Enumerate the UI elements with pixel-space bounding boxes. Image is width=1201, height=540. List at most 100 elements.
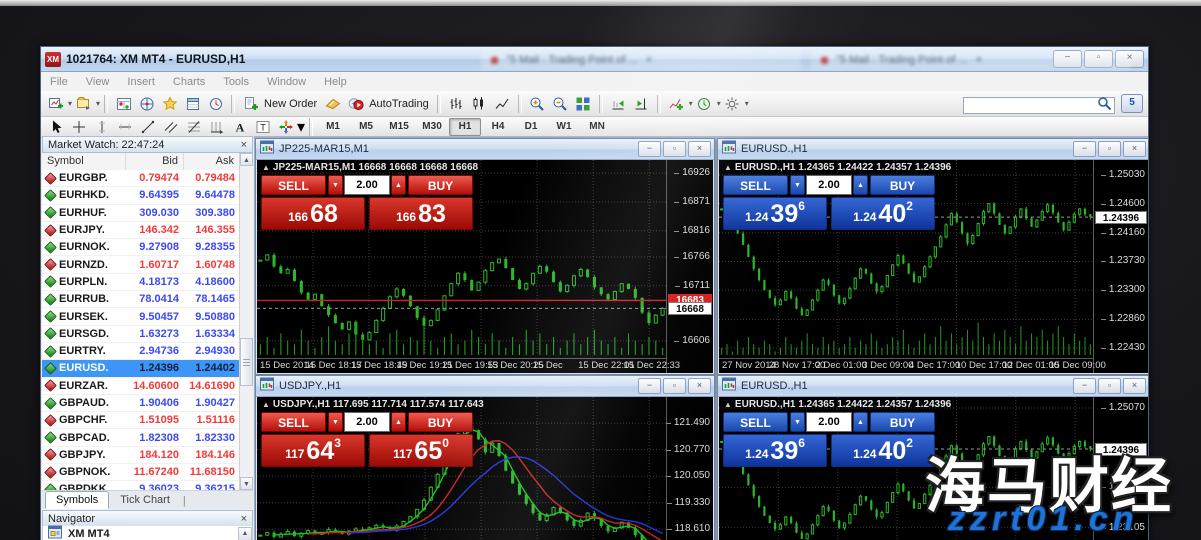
chart-restore-button[interactable]: ▫ xyxy=(1098,141,1121,157)
text-label-icon[interactable]: T xyxy=(251,116,274,138)
period-m5[interactable]: M5 xyxy=(350,118,382,136)
search-input[interactable] xyxy=(963,97,1115,114)
scroll-up-icon[interactable]: ▲ xyxy=(240,153,253,166)
candlestick-chart-icon[interactable] xyxy=(468,93,491,115)
volume-field[interactable]: 2.00 xyxy=(344,175,390,195)
strategy-tester-icon[interactable] xyxy=(204,93,227,115)
chart-close-button[interactable]: × xyxy=(1123,141,1146,157)
chart-shift-icon[interactable] xyxy=(630,93,653,115)
volume-up-icon[interactable]: ▲ xyxy=(391,412,406,432)
buy-price-button[interactable]: 1.24402 xyxy=(831,197,935,230)
buy-price-button[interactable]: 1.24402 xyxy=(831,434,935,467)
navigator-header[interactable]: Navigator × xyxy=(42,510,253,527)
column-header-symbol[interactable]: Symbol xyxy=(42,153,126,170)
zoom-out-icon[interactable] xyxy=(549,93,572,115)
column-header-bid[interactable]: Bid xyxy=(126,153,184,170)
buy-button[interactable]: BUY xyxy=(408,175,473,195)
time-axis[interactable]: 27 Nov 201428 Nov 17:002 Dec 01:003 Dec … xyxy=(719,358,1093,373)
sell-button[interactable]: SELL xyxy=(261,412,326,432)
symbol-row-eurhuf[interactable]: EURHUF.309.030309.380 xyxy=(42,205,240,222)
sell-price-button[interactable]: 117643 xyxy=(261,434,365,467)
period-w1[interactable]: W1 xyxy=(548,118,580,136)
navigator-item-xm-mt4[interactable]: XM MT4 xyxy=(43,526,252,540)
vertical-line-icon[interactable] xyxy=(90,116,113,138)
sell-price-button[interactable]: 16668 xyxy=(261,197,365,230)
symbol-row-eurusd[interactable]: EURUSD.1.243961.24402 xyxy=(42,360,240,377)
sell-price-button[interactable]: 1.24396 xyxy=(723,434,827,467)
navigator-close-icon[interactable]: × xyxy=(241,514,247,524)
equidistant-channel-icon[interactable] xyxy=(159,116,182,138)
symbol-row-gbpnok[interactable]: GBPNOK.11.6724011.68150 xyxy=(42,464,240,481)
symbol-row-eurtry[interactable]: EURTRY.2.947362.94930 xyxy=(42,343,240,360)
sell-button[interactable]: SELL xyxy=(261,175,326,195)
chart-client-area[interactable]: 121.490120.770120.050119.330118.610▲USDJ… xyxy=(257,397,713,540)
tab-symbols[interactable]: Symbols xyxy=(45,491,109,509)
volume-field[interactable]: 2.00 xyxy=(344,412,390,432)
symbol-row-gbpjpy[interactable]: GBPJPY.184.120184.146 xyxy=(42,447,240,464)
price-axis[interactable]: 121.490120.770120.050119.330118.610 xyxy=(666,397,713,540)
periods-icon[interactable] xyxy=(693,93,716,115)
sell-button[interactable]: SELL xyxy=(723,175,788,195)
chart-window-titlebar[interactable]: JP225-MAR15,M1−▫× xyxy=(256,139,714,160)
horizontal-line-icon[interactable] xyxy=(113,116,136,138)
period-h4[interactable]: H4 xyxy=(482,118,514,136)
symbol-row-eurzar[interactable]: EURZAR.14.6060014.61690 xyxy=(42,378,240,395)
tab-tick-chart[interactable]: Tick Chart xyxy=(109,491,181,509)
period-m1[interactable]: M1 xyxy=(317,118,349,136)
symbol-row-eurnzd[interactable]: EURNZD.1.607171.60748 xyxy=(42,256,240,273)
scrollbar-thumb[interactable] xyxy=(240,338,253,386)
navigator-icon[interactable] xyxy=(135,93,158,115)
cycle-lines-icon[interactable] xyxy=(205,116,228,138)
fibonacci-icon[interactable] xyxy=(182,116,205,138)
chart-minimize-button[interactable]: − xyxy=(638,141,661,157)
symbol-row-gbpaud[interactable]: GBPAUD.1.904061.90427 xyxy=(42,395,240,412)
autotrading-label[interactable]: AutoTrading xyxy=(369,98,429,110)
tile-windows-icon[interactable] xyxy=(572,93,595,115)
symbol-row-eurnok[interactable]: EURNOK.9.279089.28355 xyxy=(42,239,240,256)
volume-up-icon[interactable]: ▲ xyxy=(853,175,868,195)
crosshair-icon[interactable] xyxy=(67,116,90,138)
sell-price-button[interactable]: 1.24396 xyxy=(723,197,827,230)
zoom-in-icon[interactable] xyxy=(526,93,549,115)
volume-down-icon[interactable]: ▼ xyxy=(328,412,343,432)
chart-client-area[interactable]: 1.250301.246001.241601.237301.233001.228… xyxy=(719,160,1148,373)
search-icon[interactable] xyxy=(1097,96,1113,117)
buy-button[interactable]: BUY xyxy=(408,412,473,432)
period-d1[interactable]: D1 xyxy=(515,118,547,136)
period-m30[interactable]: M30 xyxy=(416,118,448,136)
buy-button[interactable]: BUY xyxy=(870,175,935,195)
volume-down-icon[interactable]: ▼ xyxy=(328,175,343,195)
menu-window[interactable]: Window xyxy=(258,74,315,90)
chart-window-titlebar[interactable]: EURUSD.,H1−▫× xyxy=(718,139,1148,160)
buy-price-button[interactable]: 117650 xyxy=(369,434,473,467)
volume-up-icon[interactable]: ▲ xyxy=(853,412,868,432)
chart-close-button[interactable]: × xyxy=(1123,378,1146,394)
symbol-row-eursgd[interactable]: EURSGD.1.632731.63334 xyxy=(42,326,240,343)
symbol-row-gbpchf[interactable]: GBPCHF.1.510951.51116 xyxy=(42,412,240,429)
auto-scroll-icon[interactable] xyxy=(607,93,630,115)
title-bar[interactable]: XM 1021764: XM MT4 - EURUSD,H1 "5 Mail :… xyxy=(41,47,1148,72)
symbol-row-eurjpy[interactable]: EURJPY.146.342146.355 xyxy=(42,222,240,239)
volume-field[interactable]: 2.00 xyxy=(806,175,852,195)
new-chart-icon[interactable] xyxy=(44,93,67,115)
menu-charts[interactable]: Charts xyxy=(164,74,214,90)
scroll-down-icon[interactable]: ▼ xyxy=(240,477,253,490)
chart-close-button[interactable]: × xyxy=(688,378,711,394)
chart-minimize-button[interactable]: − xyxy=(1073,141,1096,157)
templates-icon[interactable] xyxy=(721,93,744,115)
buy-price-button[interactable]: 16683 xyxy=(369,197,473,230)
chart-client-area[interactable]: 1692616871168161676616711166061668316668… xyxy=(257,160,713,373)
symbol-row-eurgbp[interactable]: EURGBP.0.794740.79484 xyxy=(42,170,240,187)
volume-up-icon[interactable]: ▲ xyxy=(391,175,406,195)
price-axis[interactable]: 1692616871168161676616711166061668316668 xyxy=(666,160,713,373)
data-window-icon[interactable] xyxy=(181,93,204,115)
indicators-icon[interactable] xyxy=(665,93,688,115)
period-h1[interactable]: H1 xyxy=(449,118,481,136)
symbol-row-gbpdkk[interactable]: GBPDKK.9.360239.36215 xyxy=(42,481,240,490)
bar-chart-icon[interactable] xyxy=(445,93,468,115)
profiles-dropdown-icon[interactable]: ▾ xyxy=(96,99,100,108)
symbol-row-eurhkd[interactable]: EURHKD.9.643959.64478 xyxy=(42,187,240,204)
menu-view[interactable]: View xyxy=(77,74,119,90)
period-mn[interactable]: MN xyxy=(581,118,613,136)
chart-restore-button[interactable]: ▫ xyxy=(663,378,686,394)
